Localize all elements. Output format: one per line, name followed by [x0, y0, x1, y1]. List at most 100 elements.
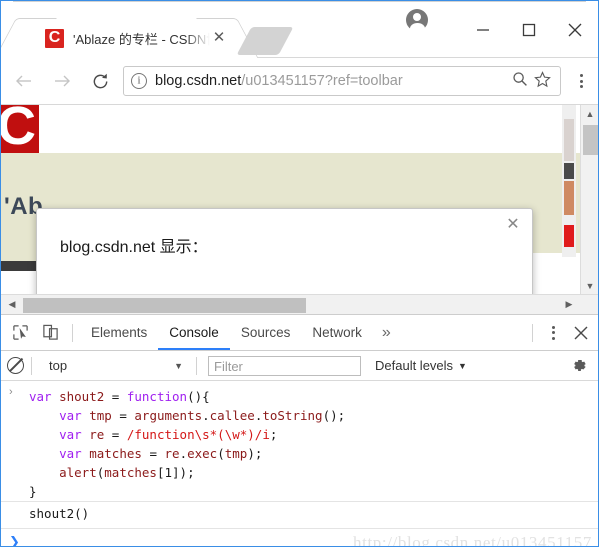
tab-sources[interactable]: Sources — [230, 315, 302, 350]
close-icon — [574, 326, 588, 339]
devtools-panel: Elements Console Sources Network » top ▼… — [1, 314, 598, 547]
tab-console[interactable]: Console — [158, 315, 230, 350]
tab-network[interactable]: Network — [301, 315, 373, 350]
tab-title: 'Ablaze 的专栏 - CSDN博 — [73, 31, 210, 47]
code-token: = — [119, 408, 135, 423]
javascript-alert-dialog: ✕ blog.csdn.net 显示： 确定 — [36, 208, 533, 294]
device-toolbar-button[interactable] — [35, 318, 65, 348]
divider — [532, 323, 533, 342]
reload-button[interactable] — [81, 62, 119, 100]
code-token: /function\s*(\w*)/i — [126, 427, 270, 442]
close-icon[interactable]: ✕ — [210, 29, 228, 47]
code-token: function — [126, 389, 188, 404]
more-tabs-button[interactable]: » — [373, 315, 400, 350]
watermark-text: http://blog.csdn.net/u013451157 — [353, 533, 592, 547]
url-path: /u013451157?ref=toolbar — [241, 73, 403, 89]
code-token: ; — [269, 427, 278, 442]
browser-window: 'Ablaze 的专栏 - CSDN博 ✕ — [0, 0, 599, 547]
code-token: toString — [262, 408, 323, 423]
console-code-line: shout2() — [29, 506, 90, 521]
scroll-right-icon[interactable]: ▶ — [560, 295, 578, 314]
tab-strip: 'Ablaze 的专栏 - CSDN博 ✕ — [1, 1, 598, 58]
page-thumb-block — [564, 181, 574, 215]
page-thumb-block — [564, 119, 574, 161]
vertical-scroll-thumb[interactable] — [583, 125, 598, 155]
new-tab-button[interactable] — [236, 27, 294, 55]
console-code-line: var re = /function\s*(\w*)/i; — [29, 425, 598, 444]
code-token: re — [89, 427, 112, 442]
code-token: ); — [247, 446, 263, 461]
horizontal-scroll-thumb[interactable] — [23, 298, 306, 313]
page-viewport: 'Ab 开源问答系统 IT培训师傅排行 ▲ ▼ ✕ blog.csdn.net … — [1, 104, 598, 294]
devtools-menu-button[interactable] — [540, 325, 566, 340]
console-entry-second[interactable]: shout2() — [1, 502, 598, 528]
console-code-line: alert(matches[1]); — [29, 463, 598, 482]
code-token: matches — [104, 465, 157, 480]
close-icon[interactable]: ✕ — [503, 215, 523, 235]
device-toolbar-icon — [42, 324, 58, 340]
log-levels-select[interactable]: Default levels ▼ — [375, 358, 467, 373]
zoom-icon[interactable] — [509, 71, 531, 91]
scroll-left-icon[interactable]: ◀ — [3, 295, 21, 314]
close-icon — [568, 23, 582, 36]
bookmark-star-icon[interactable] — [531, 70, 553, 92]
prompt-chevron-icon: ❯ — [9, 534, 20, 547]
page-horizontal-scrollbar[interactable]: ◀ ▶ — [1, 294, 598, 314]
back-button[interactable] — [5, 62, 43, 100]
maximize-button[interactable] — [506, 10, 552, 50]
tab-elements[interactable]: Elements — [80, 315, 158, 350]
browser-tab[interactable]: 'Ablaze 的专栏 - CSDN博 ✕ — [19, 18, 234, 58]
scroll-up-icon[interactable]: ▲ — [581, 105, 598, 123]
code-token: re — [164, 446, 180, 461]
divider — [31, 356, 32, 375]
kebab-dot — [579, 85, 583, 88]
code-token: callee — [209, 408, 255, 423]
kebab-dot — [551, 331, 555, 334]
code-token: var — [59, 408, 90, 423]
minimize-icon — [477, 28, 489, 31]
execution-context-select[interactable]: top ▼ — [39, 355, 189, 377]
code-token: tmp — [89, 408, 120, 423]
scroll-down-icon[interactable]: ▼ — [581, 277, 598, 294]
devtools-actions — [525, 315, 596, 350]
close-devtools-button[interactable] — [566, 318, 596, 348]
code-token: = — [111, 427, 127, 442]
divider — [72, 323, 73, 342]
close-window-button[interactable] — [552, 10, 598, 50]
maximize-icon — [522, 23, 536, 36]
code-token: = — [149, 446, 165, 461]
console-code-line: var tmp = arguments.callee.toString(); — [29, 406, 598, 425]
code-token: matches — [89, 446, 150, 461]
code-token: (); — [322, 408, 346, 423]
code-token: . — [179, 446, 188, 461]
page-vertical-scrollbar[interactable]: ▲ ▼ — [580, 105, 598, 294]
avatar[interactable] — [406, 9, 428, 34]
minimize-button[interactable] — [460, 10, 506, 50]
inspect-element-button[interactable] — [5, 318, 35, 348]
code-token: } — [29, 484, 37, 499]
execution-context-value: top — [49, 358, 68, 373]
address-bar[interactable]: blog.csdn.net/u013451157?ref=toolbar — [123, 66, 561, 96]
code-token: tmp — [224, 446, 248, 461]
code-token: [1]); — [156, 465, 195, 480]
page-right-strip — [562, 105, 576, 257]
settings-gear-icon[interactable] — [571, 357, 588, 379]
browser-menu-button[interactable] — [568, 74, 594, 88]
forward-arrow-icon — [55, 75, 70, 87]
console-prompt[interactable]: ❯ http://blog.csdn.net/u013451157 — [1, 528, 598, 547]
scrollbar-corner — [580, 295, 598, 314]
code-token: var — [59, 446, 90, 461]
code-token: ( — [217, 446, 225, 461]
code-token: shout2 — [59, 389, 112, 404]
dialog-title: blog.csdn.net 显示： — [60, 239, 208, 256]
code-token: . — [202, 408, 210, 423]
clear-console-icon[interactable] — [7, 357, 24, 374]
chevron-down-icon: ▼ — [458, 360, 467, 371]
forward-button[interactable] — [43, 62, 81, 100]
page-info-icon[interactable] — [131, 73, 147, 89]
console-entry[interactable]: › var shout2 = function(){ var tmp = arg… — [1, 381, 598, 502]
filter-input[interactable]: Filter — [208, 355, 361, 376]
